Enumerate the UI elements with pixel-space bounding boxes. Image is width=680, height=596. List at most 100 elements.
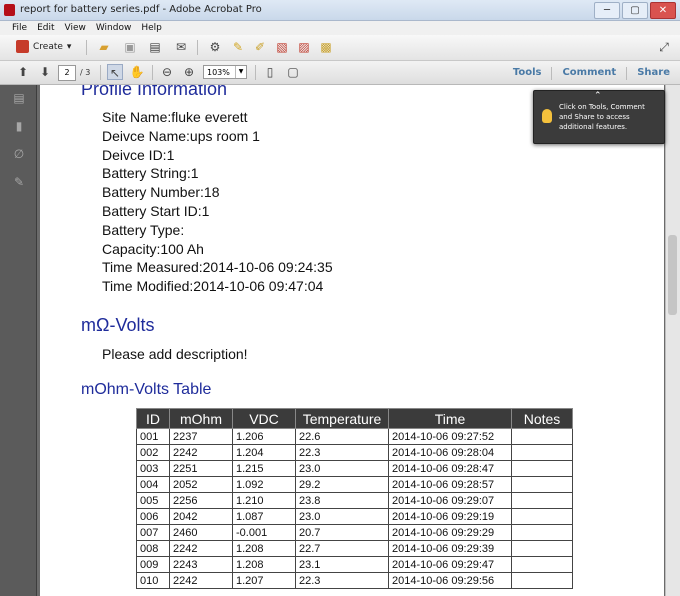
cell-id: 004 (136, 476, 170, 493)
cell-notes (511, 444, 573, 461)
minimize-button[interactable]: ─ (594, 2, 620, 19)
cell-time: 2014-10-06 09:29:56 (388, 572, 512, 589)
cell-id: 007 (136, 524, 170, 541)
page-up-icon[interactable]: ⬆ (15, 64, 31, 80)
page-down-icon[interactable]: ⬇ (37, 64, 53, 80)
collapse-chevron-icon[interactable]: ⌃ (594, 91, 602, 101)
info-battery-number: Battery Number:18 (102, 184, 220, 200)
cell-mohm: 2256 (169, 492, 233, 509)
zoom-in-icon[interactable]: ⊕ (181, 64, 197, 80)
cell-notes (511, 460, 573, 477)
navigation-toolbar: ⬆ ⬇ 2 / 3 ↖ ✋ ⊖ ⊕ 103% ▼ ▯ ▢ Tools Comme… (0, 61, 680, 85)
cell-id: 008 (136, 540, 170, 557)
cell-vdc: 1.208 (232, 540, 296, 557)
close-button[interactable]: ✕ (650, 2, 676, 19)
bookmark-icon[interactable]: ▮ (12, 119, 26, 133)
create-icon (16, 40, 29, 53)
vertical-scrollbar[interactable] (665, 85, 680, 596)
file-share-icon[interactable]: ▩ (318, 39, 334, 55)
cell-vdc: 1.087 (232, 508, 296, 525)
info-device-name: Deivce Name:ups room 1 (102, 128, 260, 144)
toolbar-divider (255, 65, 256, 80)
toolbar-divider (197, 40, 198, 55)
scrollbar-thumb[interactable] (668, 235, 677, 315)
cell-vdc: -0.001 (232, 524, 296, 541)
email-icon[interactable]: ✉ (173, 39, 189, 55)
hand-tool-icon[interactable]: ✋ (129, 64, 145, 80)
acrobat-app-icon (4, 4, 15, 16)
cell-time: 2014-10-06 09:27:52 (388, 428, 512, 445)
cell-id: 001 (136, 428, 170, 445)
signature-icon[interactable]: ✎ (12, 175, 26, 189)
description-text: Please add description! (102, 346, 248, 362)
cell-vdc: 1.208 (232, 556, 296, 573)
table-row: 007 2460 -0.001 20.7 2014-10-06 09:29:29 (136, 524, 573, 541)
save-icon[interactable]: ▣ (122, 39, 138, 55)
cell-notes (511, 524, 573, 541)
menu-edit[interactable]: Edit (37, 21, 54, 35)
cell-mohm: 2242 (169, 540, 233, 557)
main-toolbar: Create ▾ ▰ ▣ ▤ ✉ ⚙ ✎ ✐ ▧ ▨ ▩ ⤢ (0, 35, 680, 61)
table-row: 005 2256 1.210 23.8 2014-10-06 09:29:07 (136, 492, 573, 509)
menu-file[interactable]: File (12, 21, 27, 35)
info-battery-type: Battery Type: (102, 222, 185, 238)
info-device-id: Deivce ID:1 (102, 147, 175, 163)
share-link[interactable]: Share (637, 67, 670, 80)
cell-time: 2014-10-06 09:29:29 (388, 524, 512, 541)
info-time-modified: Time Modified:2014-10-06 09:47:04 (102, 278, 324, 294)
cell-notes (511, 508, 573, 525)
highlight-icon[interactable]: ✐ (252, 39, 268, 55)
menu-help[interactable]: Help (141, 21, 162, 35)
menu-window[interactable]: Window (96, 21, 132, 35)
select-cursor-icon[interactable]: ↖ (107, 64, 123, 80)
print-icon[interactable]: ▤ (147, 39, 163, 55)
cell-notes (511, 492, 573, 509)
menu-view[interactable]: View (65, 21, 86, 35)
cell-temperature: 20.7 (295, 524, 389, 541)
cell-temperature: 22.6 (295, 428, 389, 445)
tools-link[interactable]: Tools (513, 67, 542, 80)
tooltip-text: Click on Tools, Comment and Share to acc… (559, 103, 645, 131)
cell-mohm: 2243 (169, 556, 233, 573)
profile-heading: Profile Information (81, 85, 228, 99)
cell-id: 009 (136, 556, 170, 573)
settings-gear-icon[interactable]: ⚙ (207, 39, 223, 55)
table-row: 006 2042 1.087 23.0 2014-10-06 09:29:19 (136, 508, 573, 525)
page-number-input[interactable]: 2 (58, 65, 76, 81)
toolbar-divider (152, 65, 153, 80)
zoom-select[interactable]: 103% ▼ (203, 65, 247, 79)
cell-vdc: 1.215 (232, 460, 296, 477)
full-screen-icon[interactable]: ▢ (285, 64, 301, 80)
paperclip-icon[interactable]: ∅ (12, 147, 26, 161)
cell-temperature: 22.3 (295, 572, 389, 589)
comment-bubble-icon[interactable]: ✎ (230, 39, 246, 55)
navigation-pane: ▤ ▮ ∅ ✎ (0, 85, 37, 596)
info-site-name: Site Name:fluke everett (102, 109, 248, 125)
info-battery-string: Battery String:1 (102, 165, 199, 181)
maximize-button[interactable]: ▢ (622, 2, 648, 19)
cell-vdc: 1.206 (232, 428, 296, 445)
file-review-icon[interactable]: ▨ (296, 39, 312, 55)
fit-page-icon[interactable]: ▯ (262, 64, 278, 80)
link-divider (551, 67, 553, 80)
table-row: 002 2242 1.204 22.3 2014-10-06 09:28:04 (136, 444, 573, 461)
window-controls: ─ ▢ ✕ (594, 2, 676, 19)
comment-link[interactable]: Comment (562, 67, 616, 80)
cell-id: 005 (136, 492, 170, 509)
cell-time: 2014-10-06 09:28:57 (388, 476, 512, 493)
toolbar-divider (100, 65, 101, 80)
expand-icon[interactable]: ⤢ (656, 39, 672, 55)
cell-vdc: 1.204 (232, 444, 296, 461)
page-thumbnails-icon[interactable]: ▤ (12, 91, 26, 105)
window-title: report for battery series.pdf - Adobe Ac… (20, 4, 262, 15)
cell-temperature: 23.0 (295, 508, 389, 525)
file-attach-icon[interactable]: ▧ (274, 39, 290, 55)
zoom-out-icon[interactable]: ⊖ (159, 64, 175, 80)
open-folder-icon[interactable]: ▰ (96, 39, 112, 55)
create-button[interactable]: Create ▾ (16, 40, 71, 53)
cell-mohm: 2460 (169, 524, 233, 541)
cell-time: 2014-10-06 09:29:39 (388, 540, 512, 557)
section-heading: mΩ-Volts (81, 315, 155, 335)
cell-notes (511, 476, 573, 493)
cell-mohm: 2042 (169, 508, 233, 525)
